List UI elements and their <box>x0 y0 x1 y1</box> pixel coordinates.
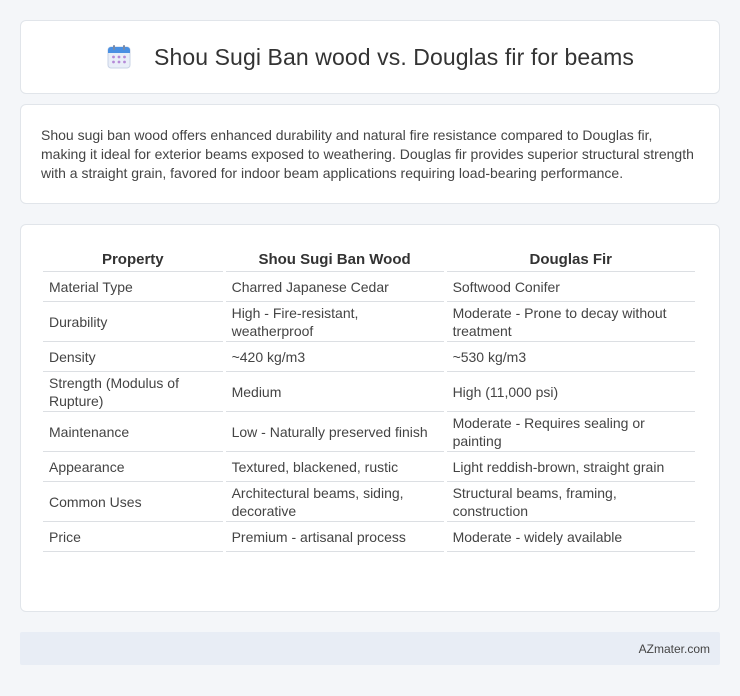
header-shou-sugi-ban: Shou Sugi Ban Wood <box>225 245 444 272</box>
row-shou-sugi-ban: Premium - artisanal process <box>225 522 444 552</box>
row-douglas-fir: ~530 kg/m3 <box>446 342 695 372</box>
table-row: Density ~420 kg/m3 ~530 kg/m3 <box>43 342 695 372</box>
row-shou-sugi-ban: High - Fire-resistant, weatherproof <box>225 302 444 342</box>
row-shou-sugi-ban: Medium <box>225 372 444 412</box>
row-property: Strength (Modulus of Rupture) <box>43 372 223 412</box>
row-property: Durability <box>43 302 223 342</box>
table-header-row: Property Shou Sugi Ban Wood Douglas Fir <box>43 245 695 272</box>
row-douglas-fir: Structural beams, framing, construction <box>446 482 695 522</box>
table-row: Maintenance Low - Naturally preserved fi… <box>43 412 695 452</box>
table-row: Price Premium - artisanal process Modera… <box>43 522 695 552</box>
row-douglas-fir: Moderate - widely available <box>446 522 695 552</box>
table-row: Material Type Charred Japanese Cedar Sof… <box>43 272 695 302</box>
row-shou-sugi-ban: Charred Japanese Cedar <box>225 272 444 302</box>
comparison-table: Property Shou Sugi Ban Wood Douglas Fir … <box>40 245 698 552</box>
row-property: Price <box>43 522 223 552</box>
title-card: Shou Sugi Ban wood vs. Douglas fir for b… <box>20 20 720 94</box>
row-property: Maintenance <box>43 412 223 452</box>
header-douglas-fir: Douglas Fir <box>446 245 695 272</box>
row-douglas-fir: Moderate - Requires sealing or painting <box>446 412 695 452</box>
row-douglas-fir: Moderate - Prone to decay without treatm… <box>446 302 695 342</box>
intro-text: Shou sugi ban wood offers enhanced durab… <box>41 127 694 181</box>
table-row: Common Uses Architectural beams, siding,… <box>43 482 695 522</box>
table-row: Appearance Textured, blackened, rustic L… <box>43 452 695 482</box>
page-title: Shou Sugi Ban wood vs. Douglas fir for b… <box>154 43 634 70</box>
table-row: Strength (Modulus of Rupture) Medium Hig… <box>43 372 695 412</box>
row-property: Appearance <box>43 452 223 482</box>
intro-card: Shou sugi ban wood offers enhanced durab… <box>20 104 720 204</box>
row-douglas-fir: Softwood Conifer <box>446 272 695 302</box>
row-douglas-fir: Light reddish-brown, straight grain <box>446 452 695 482</box>
table-row: Durability High - Fire-resistant, weathe… <box>43 302 695 342</box>
title-wrap: Shou Sugi Ban wood vs. Douglas fir for b… <box>106 44 634 71</box>
row-shou-sugi-ban: ~420 kg/m3 <box>225 342 444 372</box>
row-property: Density <box>43 342 223 372</box>
footer-site-link[interactable]: AZmater.com <box>639 642 710 656</box>
footer: AZmater.com <box>20 632 720 665</box>
row-shou-sugi-ban: Low - Naturally preserved finish <box>225 412 444 452</box>
row-shou-sugi-ban: Textured, blackened, rustic <box>225 452 444 482</box>
row-property: Material Type <box>43 272 223 302</box>
row-douglas-fir: High (11,000 psi) <box>446 372 695 412</box>
calendar-icon <box>107 45 131 69</box>
row-shou-sugi-ban: Architectural beams, siding, decorative <box>225 482 444 522</box>
row-property: Common Uses <box>43 482 223 522</box>
header-property: Property <box>43 245 223 272</box>
table-card: Property Shou Sugi Ban Wood Douglas Fir … <box>20 224 720 612</box>
